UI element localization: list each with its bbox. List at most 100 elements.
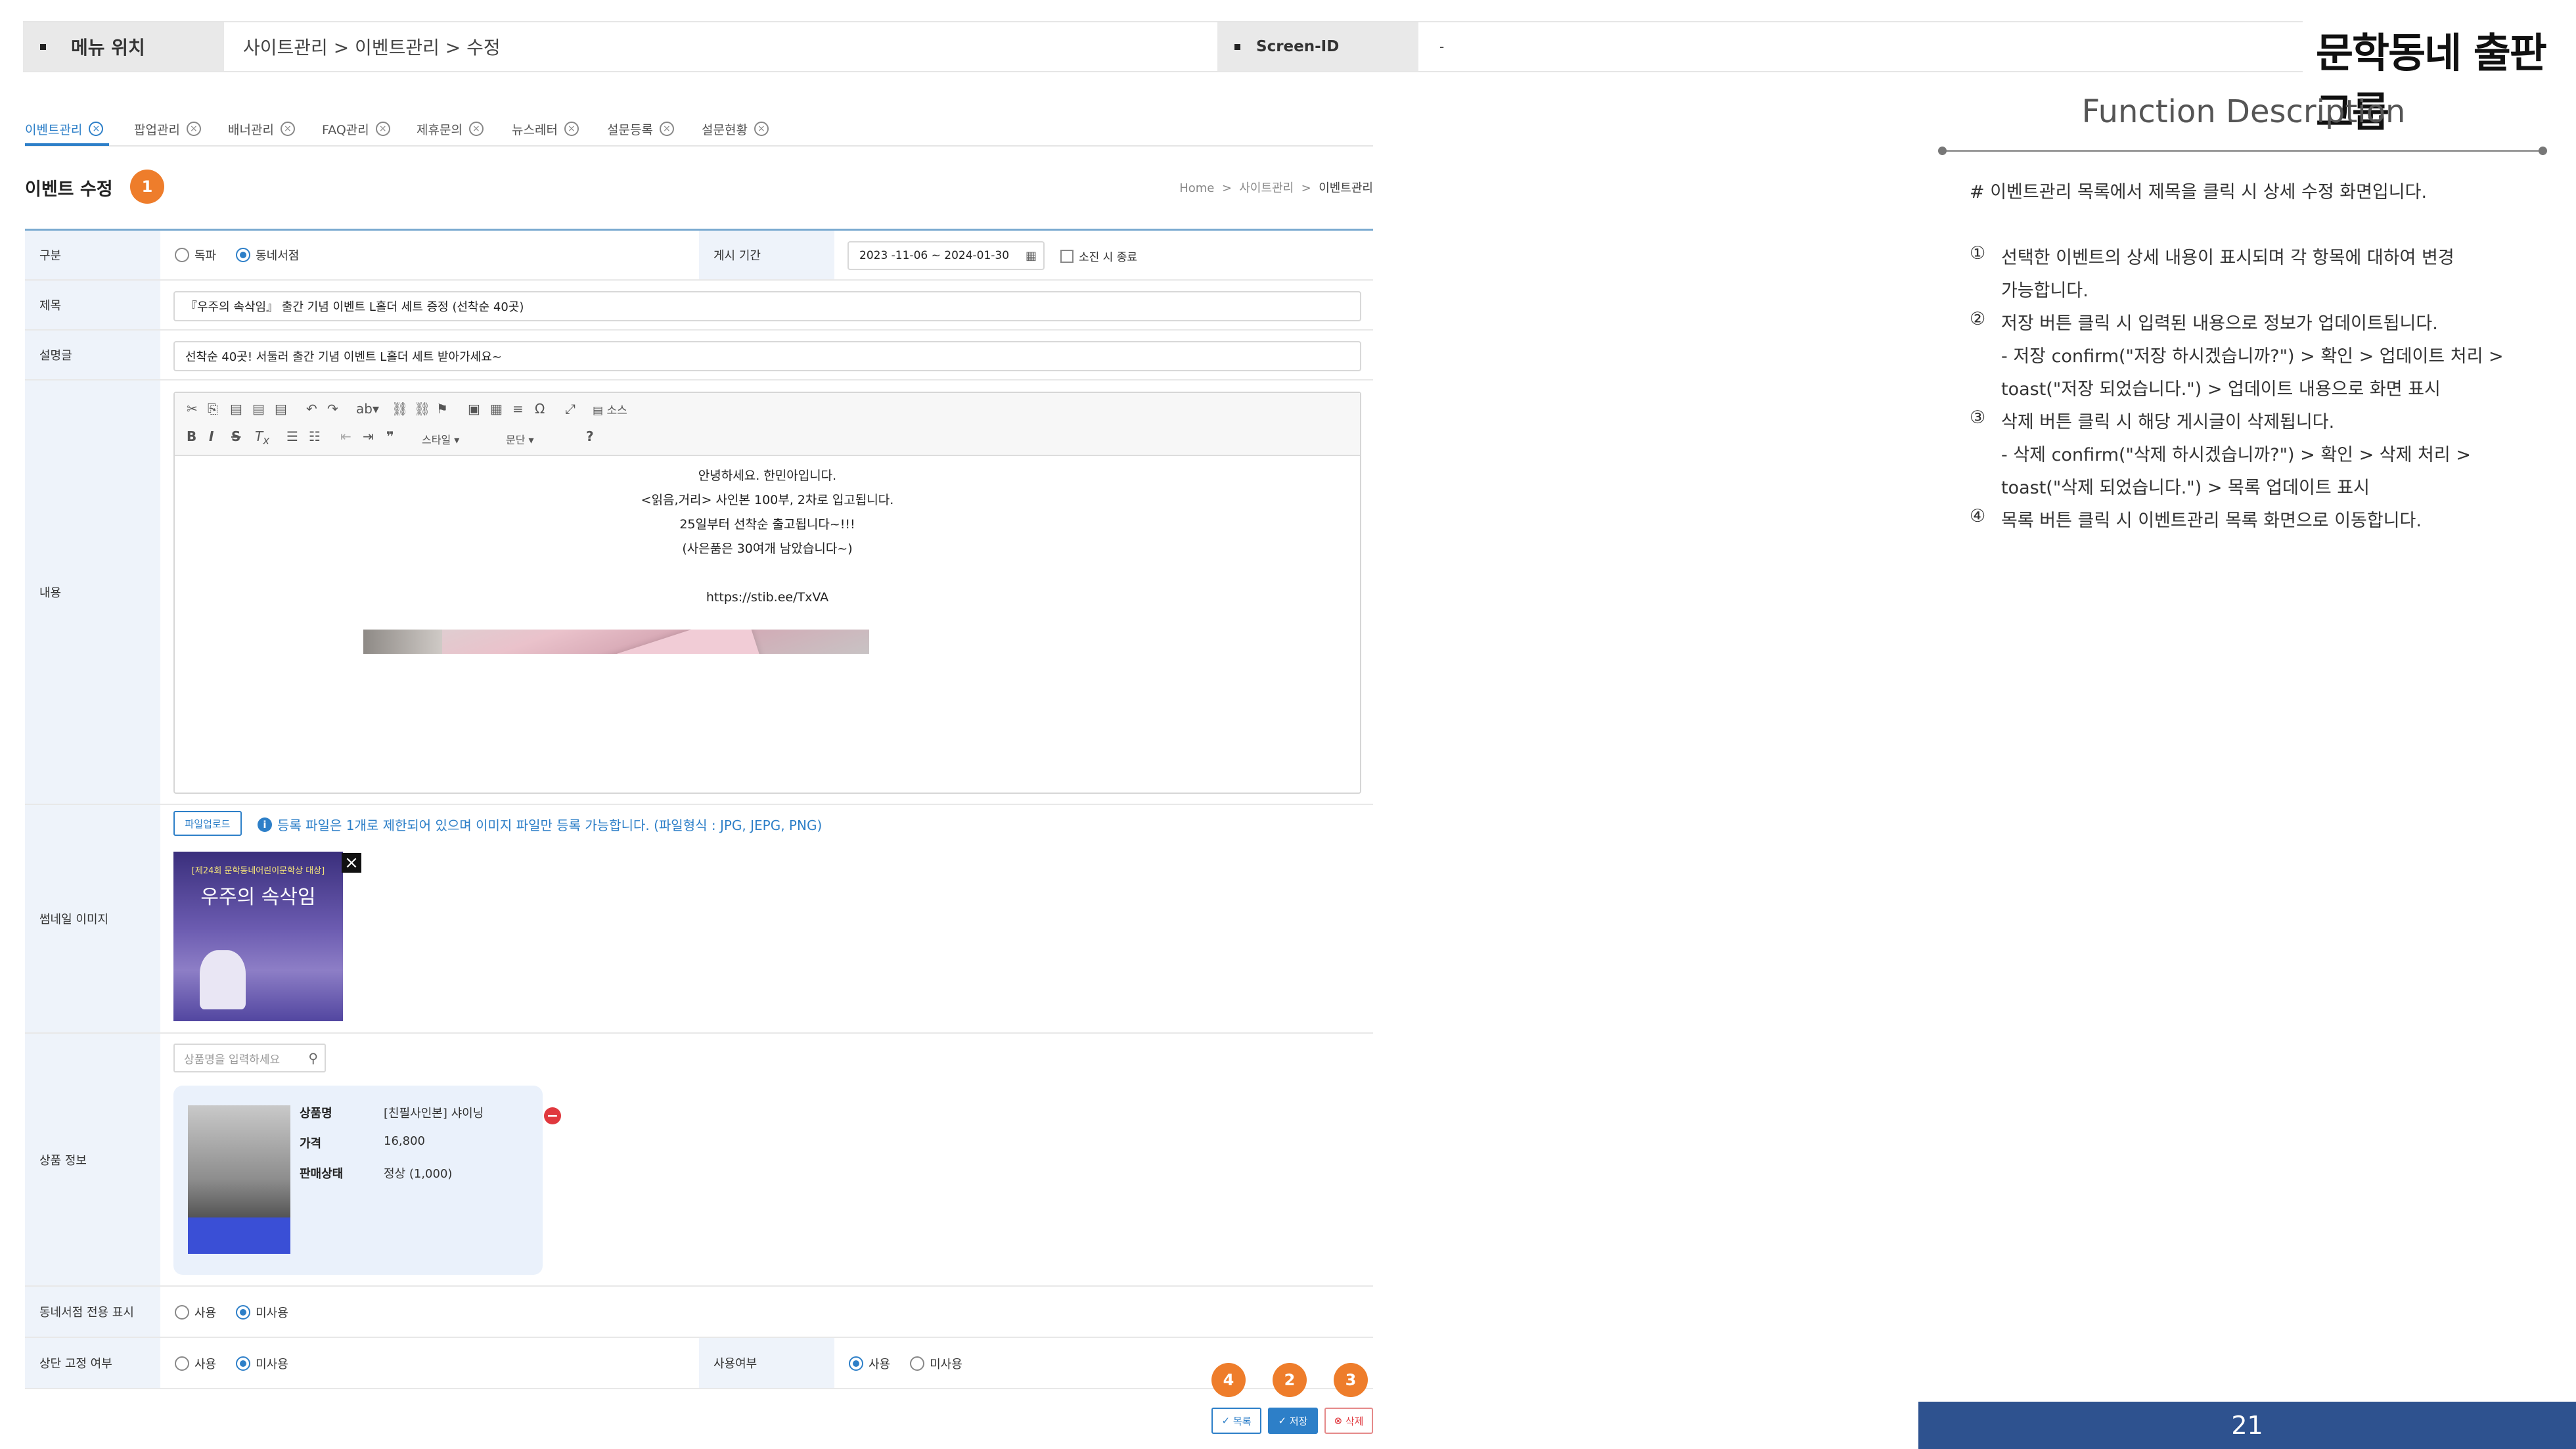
file-upload-button[interactable]: 파일업로드 bbox=[173, 811, 242, 836]
type-label: 구분 bbox=[25, 231, 160, 279]
thumbnail-badge-text: [제24회 문학동네어린이문학상 대상] bbox=[191, 866, 325, 876]
ordered-list-icon[interactable]: ☰ bbox=[286, 428, 298, 444]
tab-survey-register[interactable]: 설문등록 × bbox=[607, 118, 674, 139]
indent-icon[interactable]: ⇥ bbox=[363, 428, 374, 444]
description-intro: # 이벤트관리 목록에서 제목을 클릭 시 상세 수정 화면입니다. bbox=[1970, 182, 2428, 202]
paste-text-icon[interactable]: ▤ bbox=[252, 401, 265, 417]
desc-line: 저장 버튼 클릭 시 입력된 내용으로 정보가 업데이트됩니다. bbox=[2001, 313, 2438, 334]
content-link[interactable]: https://stib.ee/TxVA bbox=[175, 586, 1360, 610]
special-char-icon[interactable]: Ω bbox=[535, 401, 545, 417]
delete-button[interactable]: ⊗ 삭제 bbox=[1324, 1408, 1373, 1434]
soldout-checkbox[interactable]: 소진 시 종료 bbox=[1060, 248, 1137, 264]
event-edit-form: 구분 독파 동네서점 게시 기간 2023 -11-06 ~ 2024-01-3… bbox=[25, 229, 1373, 1389]
maximize-icon[interactable]: ⤢ bbox=[565, 401, 576, 417]
spellcheck-icon[interactable]: ab▾ bbox=[356, 401, 379, 417]
outdent-icon[interactable]: ⇤ bbox=[340, 428, 351, 444]
screen-id-value: - bbox=[1439, 39, 1445, 55]
image-icon[interactable]: ▣ bbox=[468, 401, 480, 417]
radio-pin-use[interactable]: 사용 bbox=[175, 1355, 216, 1372]
close-icon[interactable]: × bbox=[468, 122, 484, 136]
tab-faq[interactable]: FAQ관리 × bbox=[322, 118, 390, 139]
close-icon[interactable]: × bbox=[186, 122, 201, 136]
period-date-input[interactable]: 2023 -11-06 ~ 2024-01-30 ▦ bbox=[847, 241, 1045, 270]
close-icon[interactable]: × bbox=[564, 122, 579, 136]
desc-line: 선택한 이벤트의 상세 내용이 표시되며 각 항목에 대하여 변경 bbox=[2001, 248, 2454, 268]
chevron-right-icon: > bbox=[1297, 181, 1315, 195]
breadcrumb-home[interactable]: Home bbox=[1179, 181, 1214, 195]
form-row-type: 구분 독파 동네서점 게시 기간 2023 -11-06 ~ 2024-01-3… bbox=[25, 231, 1373, 281]
radio-unused[interactable]: 미사용 bbox=[910, 1355, 962, 1372]
menu-path: 사이트관리 > 이벤트관리 > 수정 bbox=[243, 37, 501, 58]
strike-icon[interactable]: S bbox=[231, 428, 240, 444]
summary-input[interactable]: 선착순 40곳! 서둘러 출간 기념 이벤트 L홀더 세트 받아가세요~ bbox=[173, 341, 1361, 371]
desc-line: 삭제 버튼 클릭 시 해당 게시글이 삭제됩니다. bbox=[2001, 412, 2335, 432]
tab-newsletter[interactable]: 뉴스레터 × bbox=[512, 118, 579, 139]
save-button[interactable]: ✓ 저장 bbox=[1268, 1408, 1318, 1434]
copy-icon[interactable]: ⎘ bbox=[208, 401, 218, 417]
breadcrumb: Home > 사이트관리 > 이벤트관리 bbox=[1179, 179, 1373, 196]
help-icon[interactable]: ? bbox=[586, 428, 594, 444]
list-button[interactable]: ✓ 목록 bbox=[1211, 1408, 1261, 1434]
tab-banner[interactable]: 배너관리 × bbox=[228, 118, 295, 139]
undo-icon[interactable]: ↶ bbox=[306, 401, 317, 417]
blockquote-icon[interactable]: ❞ bbox=[386, 428, 394, 444]
close-icon[interactable]: × bbox=[754, 122, 769, 136]
remove-format-icon[interactable]: Tx bbox=[255, 428, 269, 447]
breadcrumb-site[interactable]: 사이트관리 bbox=[1239, 181, 1294, 195]
desc-line: - 삭제 confirm("삭제 하시겠습니까?") > 확인 > 삭제 처리 … bbox=[2001, 445, 2471, 465]
close-icon[interactable]: × bbox=[89, 122, 104, 136]
link-icon[interactable]: ⛓ bbox=[392, 401, 408, 417]
paste-word-icon[interactable]: ▤ bbox=[275, 401, 287, 417]
table-icon[interactable]: ▦ bbox=[490, 401, 503, 417]
tab-event[interactable]: 이벤트관리 × bbox=[25, 118, 104, 139]
radio-local-bookstore[interactable]: 동네서점 bbox=[236, 246, 299, 264]
tab-survey-status[interactable]: 설문현황 × bbox=[702, 118, 769, 139]
desc-num: ② bbox=[1970, 309, 1986, 329]
bold-icon[interactable]: B bbox=[187, 428, 196, 444]
calendar-icon[interactable]: ▦ bbox=[1026, 249, 1037, 263]
style-select[interactable]: 스타일 ▾ bbox=[422, 431, 487, 447]
remove-thumbnail-icon[interactable]: × bbox=[342, 853, 361, 873]
editor-toolbar: ✂ ⎘ ▤ ▤ ▤ ↶ ↷ ab▾ ⛓ ⛓ ⚑ ▣ ▦ ≡ Ω ⤢ ▤ 소스 B… bbox=[175, 393, 1360, 456]
cut-icon[interactable]: ✂ bbox=[187, 401, 198, 417]
function-description-title: Function Description bbox=[2081, 93, 2406, 130]
close-icon[interactable]: × bbox=[659, 122, 674, 136]
page-title: 이벤트 수정 bbox=[25, 179, 113, 200]
close-icon[interactable]: × bbox=[280, 122, 295, 136]
search-icon[interactable]: ⚲ bbox=[308, 1050, 318, 1066]
product-price-value: 16,800 bbox=[384, 1134, 425, 1148]
radio-local-use[interactable]: 사용 bbox=[175, 1304, 216, 1321]
title-input[interactable]: 『우주의 속삭임』 출간 기념 이벤트 L홀더 세트 증정 (선착순 40곳) bbox=[173, 291, 1361, 321]
radio-local-unused[interactable]: 미사용 bbox=[236, 1304, 288, 1321]
editor-content[interactable]: 안녕하세요. 한민아입니다. <읽음,거리> 사인본 100부, 2차로 입고됩… bbox=[175, 456, 1360, 793]
redo-icon[interactable]: ↷ bbox=[327, 401, 338, 417]
close-icon[interactable]: × bbox=[375, 122, 390, 136]
horizontal-rule-icon[interactable]: ≡ bbox=[512, 401, 524, 417]
product-search-input[interactable]: 상품명을 입력하세요 ⚲ bbox=[173, 1044, 326, 1072]
paste-icon[interactable]: ▤ bbox=[230, 401, 242, 417]
use-radio-group: 사용 미사용 bbox=[849, 1355, 982, 1372]
anchor-flag-icon[interactable]: ⚑ bbox=[436, 401, 448, 417]
step-badge-3: 3 bbox=[1334, 1363, 1368, 1397]
rich-text-editor[interactable]: ✂ ⎘ ▤ ▤ ▤ ↶ ↷ ab▾ ⛓ ⛓ ⚑ ▣ ▦ ≡ Ω ⤢ ▤ 소스 B… bbox=[173, 392, 1361, 794]
tab-popup[interactable]: 팝업관리 × bbox=[134, 118, 201, 139]
check-icon: ✓ bbox=[1221, 1415, 1233, 1427]
radio-pin-unused[interactable]: 미사용 bbox=[236, 1355, 288, 1372]
bullet-list-icon[interactable]: ☷ bbox=[309, 428, 321, 444]
desc-line: - 저장 confirm("저장 하시겠습니까?") > 확인 > 업데이트 처… bbox=[2001, 346, 2504, 367]
local-only-label: 동네서점 전용 표시 bbox=[25, 1287, 160, 1337]
tab-partnership[interactable]: 제휴문의 × bbox=[417, 118, 484, 139]
radio-dokpa[interactable]: 독파 bbox=[175, 246, 216, 264]
step-badge-1: 1 bbox=[130, 170, 164, 204]
content-image[interactable] bbox=[363, 630, 869, 654]
source-button[interactable]: ▤ 소스 bbox=[593, 401, 627, 417]
checkbox-box[interactable] bbox=[1060, 249, 1073, 263]
product-image bbox=[188, 1105, 290, 1254]
content-line: (사은품은 30여개 남았습니다~) bbox=[682, 541, 853, 556]
remove-product-icon[interactable]: − bbox=[544, 1107, 561, 1124]
unlink-icon[interactable]: ⛓ bbox=[414, 401, 430, 417]
form-row-pin: 상단 고정 여부 사용 미사용 사용여부 사용 미사용 bbox=[25, 1338, 1373, 1389]
radio-use[interactable]: 사용 bbox=[849, 1355, 890, 1372]
italic-icon[interactable]: I bbox=[209, 428, 214, 444]
paragraph-select[interactable]: 문단 ▾ bbox=[506, 431, 572, 447]
